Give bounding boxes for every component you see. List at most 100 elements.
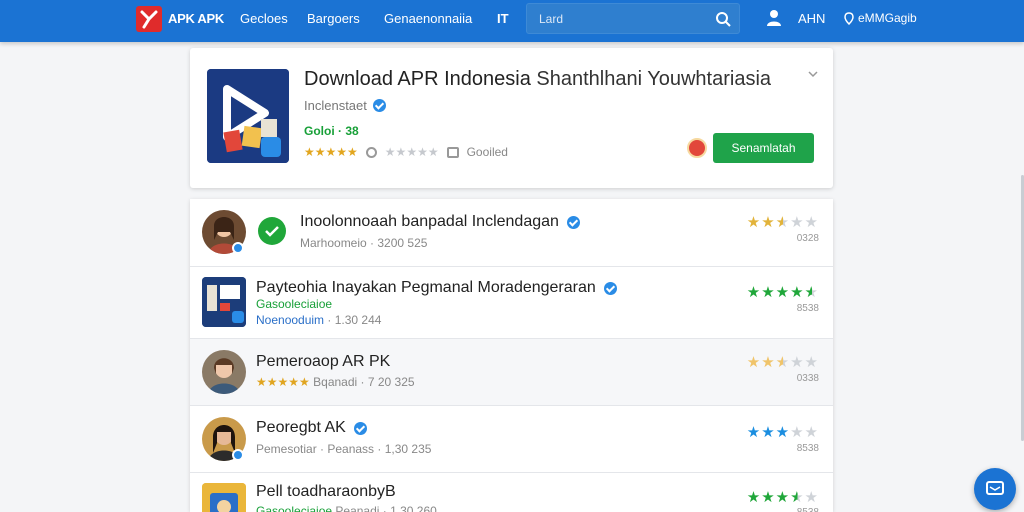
star-icon: ★ — [804, 489, 819, 506]
star-rating: ★★★★★ — [747, 488, 819, 506]
featured-tag: Gooiled — [466, 145, 508, 159]
list-item[interactable]: Peoregbt AK Pemesotiar · Peanass · 1,30 … — [190, 406, 833, 473]
search-box[interactable] — [526, 3, 740, 34]
app-subtitle: Gasooleciaioe Peanadi · 1.30 260 — [256, 504, 437, 512]
app-title-text: Inoolonnoaah banpadal Inclendagan — [300, 213, 559, 230]
star-icon: ★ — [790, 214, 805, 231]
featured-title: Download APR Indonesia Shanthlhani Youwh… — [304, 68, 771, 91]
verified-badge-icon — [232, 242, 244, 254]
app-thumbnail — [202, 483, 246, 512]
star-icon: ★ — [746, 489, 762, 506]
box-icon — [446, 146, 459, 158]
search-input[interactable] — [539, 10, 709, 28]
search-icon[interactable] — [715, 11, 731, 27]
star-icon: ★ — [804, 284, 819, 301]
star-icon: ★ — [761, 354, 776, 371]
chevron-down-icon[interactable] — [808, 70, 818, 78]
list-item[interactable]: Payteohia Inayakan Pegmanal Moradengerar… — [190, 267, 833, 339]
featured-app-card: Download APR Indonesia Shanthlhani Youwh… — [190, 48, 833, 188]
app-subtitle-text: Peanadi · 1.30 260 — [335, 504, 437, 512]
settings-link[interactable]: eMMGagib — [844, 11, 917, 25]
list-item[interactable]: Pemeroaop AR PK ★★★★★ Bqanadi · 7 20 325… — [190, 339, 833, 406]
nav-link-categories[interactable]: Bargoers — [307, 11, 360, 26]
app-tag: Gasooleciaioe — [256, 297, 333, 311]
app-title: Inoolonnoaah banpadal Inclendagan — [300, 213, 580, 231]
app-title: Payteohia Inayakan Pegmanal Moradengerar… — [256, 279, 617, 297]
download-button[interactable]: Senamlatah — [713, 133, 814, 163]
app-tag: Gasooleciaioe — [256, 504, 333, 512]
star-icon: ★ — [790, 354, 805, 371]
star-icon: ★ — [775, 284, 791, 301]
secondary-star-rating: ★★★★★ — [384, 145, 439, 159]
star-icon: ★ — [775, 214, 791, 231]
verified-icon — [372, 99, 386, 112]
app-subtitle: Marhoomeio · 3200 525 — [300, 236, 428, 250]
user-icon[interactable] — [766, 9, 782, 27]
featured-rating-row: ★★★★★ ★★★★★ Gooiled — [304, 145, 508, 159]
rating-count: 8538 — [796, 303, 819, 314]
nav-link-games[interactable]: Gecloes — [240, 11, 288, 26]
verified-icon — [603, 281, 617, 295]
app-title-text: Peoregbt AK — [256, 419, 346, 436]
settings-label: eMMGagib — [858, 11, 917, 25]
app-title-text: Payteohia Inayakan Pegmanal Moradengerar… — [256, 279, 596, 296]
featured-meta: Goloi · 38 — [304, 124, 359, 138]
star-icon: ★ — [761, 284, 776, 301]
chat-fab-button[interactable] — [974, 468, 1016, 510]
app-title: Pell toadharaonbyB — [256, 483, 396, 500]
star-icon: ★ — [746, 284, 762, 301]
star-rating: ★★★★★ — [304, 145, 358, 159]
app-title: Pemeroaop AR PK — [256, 353, 391, 370]
account-label[interactable]: AHN — [798, 11, 825, 26]
app-publisher-link[interactable]: Noenooduim — [256, 313, 324, 327]
star-icon: ★ — [761, 214, 776, 231]
rating-count: 0328 — [796, 233, 819, 244]
star-icon: ★ — [746, 354, 762, 371]
app-subtitle: Pemesotiar · Peanass · 1,30 235 — [256, 442, 432, 456]
verified-icon — [353, 421, 367, 435]
app-thumbnail — [202, 277, 246, 327]
star-icon: ★ — [790, 284, 805, 301]
developer-name: Inclenstaet — [304, 98, 367, 113]
nav-link-genres[interactable]: Genaenonnaiia — [384, 11, 472, 26]
chat-icon — [258, 217, 286, 245]
app-subtitle-text: Bqanadi · 7 20 325 — [313, 375, 415, 389]
badge-icon — [687, 138, 707, 158]
star-icon: ★ — [804, 214, 819, 231]
rating-count: 8538 — [797, 507, 819, 512]
clock-icon — [365, 146, 377, 158]
star-icon: ★ — [761, 424, 776, 441]
star-rating: ★★★★★ — [747, 283, 819, 301]
verified-badge-icon — [232, 449, 244, 461]
nav-grid-label[interactable]: IT — [497, 11, 509, 26]
message-icon — [986, 481, 1004, 495]
rating-count: 8538 — [796, 443, 819, 454]
logo-icon[interactable] — [136, 6, 162, 32]
star-icon: ★ — [746, 424, 762, 441]
logo-text[interactable]: APK APK — [168, 11, 224, 26]
rating-count: 0338 — [796, 373, 819, 384]
star-rating: ★★★★★ — [747, 423, 819, 441]
top-bar: APK APK Gecloes Bargoers Genaenonnaiia I… — [0, 0, 1024, 42]
star-icon: ★ — [775, 354, 791, 371]
featured-developer[interactable]: Inclenstaet — [304, 98, 386, 113]
app-icon[interactable] — [207, 69, 289, 163]
star-icon: ★ — [804, 424, 819, 441]
star-icon: ★ — [746, 214, 762, 231]
star-rating: ★★★★★ — [747, 213, 819, 231]
star-icon: ★ — [761, 489, 776, 506]
app-title: Peoregbt AK — [256, 419, 367, 437]
list-item[interactable]: Pell toadharaonbyB Gasooleciaioe Peanadi… — [190, 473, 833, 512]
featured-title-main: Download APR Indonesia — [304, 68, 531, 90]
star-icon: ★ — [775, 424, 791, 441]
star-icon: ★ — [790, 489, 805, 506]
list-item[interactable]: Inoolonnoaah banpadal Inclendagan Marhoo… — [190, 199, 833, 267]
star-rating: ★★★★★ — [747, 353, 819, 371]
star-icon: ★ — [775, 489, 791, 506]
star-icon: ★ — [790, 424, 805, 441]
app-list: Inoolonnoaah banpadal Inclendagan Marhoo… — [190, 199, 833, 512]
featured-title-secondary: Shanthlhani Youwhtariasia — [536, 68, 772, 90]
avatar — [202, 350, 246, 394]
app-subtitle-text: · 1.30 244 — [327, 313, 382, 327]
pin-icon — [844, 11, 854, 25]
